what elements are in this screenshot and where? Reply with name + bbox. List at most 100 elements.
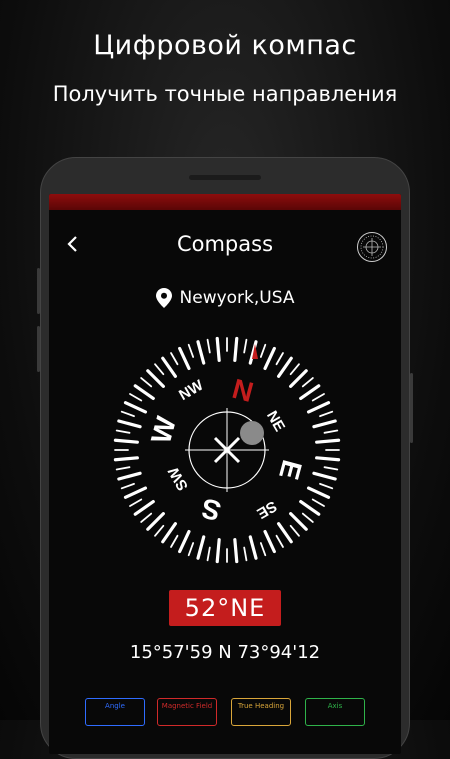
- phone-side-button: [410, 373, 413, 443]
- app-screen: Compass Newyork,USA N E S W NE SE SW NW …: [49, 194, 401, 754]
- dial-tick: [123, 401, 148, 414]
- dial-tick: [154, 363, 165, 376]
- dial-tick: [275, 534, 284, 548]
- dial-tick: [187, 343, 195, 358]
- dial-tick: [301, 377, 314, 388]
- dial-label-west: W: [145, 413, 182, 447]
- dial-tick: [277, 522, 293, 544]
- compass-dial[interactable]: N E S W NE SE SW NW: [111, 334, 343, 566]
- compass-icon: [360, 235, 384, 259]
- dial-tick: [306, 401, 331, 414]
- dial-tick: [306, 486, 331, 499]
- dial-tick: [289, 363, 300, 376]
- location-row: Newyork,USA: [49, 288, 401, 308]
- promo-subtitle: Получить точные направления: [52, 82, 398, 106]
- dial-tick: [115, 466, 131, 471]
- level-bubble: [240, 421, 264, 445]
- tab-magnetic-field[interactable]: Magnetic Field: [157, 698, 217, 726]
- dial-label-northwest: NW: [176, 376, 207, 404]
- dial-tick: [299, 500, 321, 516]
- dial-tick: [113, 438, 139, 444]
- dial-tick: [259, 343, 267, 358]
- dial-tick: [117, 419, 142, 429]
- location-pin-icon: [155, 288, 172, 308]
- dial-tick: [120, 482, 135, 490]
- dial-tick: [233, 538, 239, 564]
- dial-tick: [243, 338, 248, 354]
- dial-tick: [146, 369, 165, 388]
- dial-tick: [146, 512, 165, 531]
- dial-tick: [277, 356, 293, 378]
- dial-tick: [170, 534, 179, 548]
- dial-tick: [299, 384, 321, 400]
- phone-side-button: [37, 268, 40, 314]
- dial-tick: [206, 546, 211, 562]
- dial-label-east: E: [273, 457, 308, 483]
- dial-tick: [289, 369, 308, 388]
- dial-tick: [311, 393, 325, 402]
- dial-tick: [275, 352, 284, 366]
- dial-tick: [187, 542, 195, 557]
- dial-tick: [233, 336, 239, 362]
- dial-tick: [259, 542, 267, 557]
- dial-label-southeast: SE: [254, 497, 280, 522]
- dial-tick: [161, 356, 177, 378]
- dial-tick: [129, 498, 143, 507]
- tab-axis[interactable]: Axis: [305, 698, 365, 726]
- dial-tick: [161, 522, 177, 544]
- phone-speaker: [189, 175, 261, 180]
- dial-tick: [154, 524, 165, 537]
- dial-tick: [248, 535, 258, 560]
- dial-tick: [206, 338, 211, 354]
- dial-tick: [301, 512, 314, 523]
- dial-tick: [311, 498, 325, 507]
- phone-frame: Compass Newyork,USA N E S W NE SE SW NW …: [37, 157, 413, 759]
- dial-tick: [123, 486, 148, 499]
- dial-tick: [178, 346, 191, 371]
- dial-tick: [113, 456, 139, 462]
- dial-label-north: N: [229, 373, 257, 408]
- dial-tick: [196, 340, 206, 365]
- page-title: Compass: [176, 232, 274, 256]
- dial-tick: [289, 512, 308, 531]
- dial-tick: [319, 410, 334, 418]
- dial-tick: [312, 471, 337, 481]
- dial-tick: [170, 352, 179, 366]
- dial-tick: [289, 524, 300, 537]
- dial-tick: [315, 456, 341, 462]
- dial-tick: [196, 535, 206, 560]
- dial-tick: [323, 466, 339, 471]
- dial-tick: [120, 410, 135, 418]
- location-text: Newyork,USA: [179, 288, 295, 308]
- dial-tick: [215, 336, 221, 362]
- dial-tick: [315, 438, 341, 444]
- dial-tick: [263, 346, 276, 371]
- dial-tick: [117, 471, 142, 481]
- dial-tick: [115, 429, 131, 434]
- tab-true-heading[interactable]: True Heading: [231, 698, 291, 726]
- dial-label-northeast: NE: [263, 408, 288, 435]
- tab-label: Magnetic Field: [161, 702, 213, 710]
- dial-tick: [140, 377, 153, 388]
- dial-tick: [243, 546, 248, 562]
- heading-badge: 52°NE: [169, 590, 281, 626]
- dial-tick: [323, 429, 339, 434]
- tab-label: True Heading: [237, 702, 285, 710]
- dial-tick: [140, 512, 153, 523]
- dial-tick: [263, 529, 276, 554]
- phone-side-button: [37, 326, 40, 372]
- coordinates-text: 15°57'59 N 73°94'12: [129, 642, 321, 663]
- compass-settings-button[interactable]: [357, 232, 387, 262]
- tab-label: Angle: [105, 702, 125, 710]
- promo-title: Цифровой компас: [93, 30, 357, 61]
- dial-tick: [133, 384, 155, 400]
- status-strip: [49, 194, 401, 210]
- dial-tick: [312, 419, 337, 429]
- dial-tick: [133, 500, 155, 516]
- dial-label-south: S: [198, 492, 224, 527]
- dial-tick: [178, 529, 191, 554]
- dial-label-southwest: SW: [165, 463, 192, 493]
- compass-dial-graphic: N E S W NE SE SW NW: [113, 336, 341, 564]
- dial-tick: [129, 393, 143, 402]
- tab-angle[interactable]: Angle: [85, 698, 145, 726]
